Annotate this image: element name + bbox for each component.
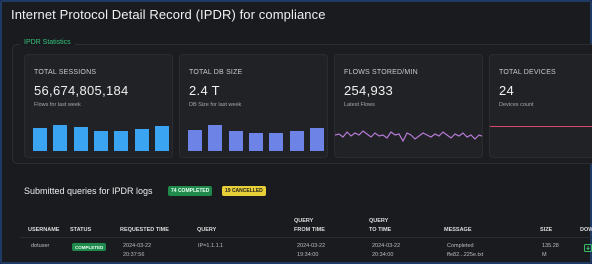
col-from-time-line1: QUERY xyxy=(294,218,314,224)
cell-message: Completed ffe82...225e.txt xyxy=(447,242,483,259)
cancelled-count-badge[interactable]: 19 CANCELLED xyxy=(222,186,266,196)
completed-count-badge[interactable]: 74 COMPLETED xyxy=(168,186,213,196)
col-from-time-line2: FROM TIME xyxy=(294,227,325,233)
bar xyxy=(134,128,149,151)
bar xyxy=(114,130,129,151)
card-subtitle: Latest Flows xyxy=(344,102,375,108)
bar xyxy=(248,133,263,151)
total-db-size-card: TOTAL DB SIZE 2.4 T DB Size for last wee… xyxy=(179,54,328,158)
card-value: 56,674,805,184 xyxy=(34,83,129,98)
to-clock: 20:34:00 xyxy=(372,251,394,258)
bar xyxy=(309,128,324,151)
bar xyxy=(228,130,243,151)
col-size[interactable]: SIZE xyxy=(540,226,552,234)
col-requested-time[interactable]: REQUESTED TIME xyxy=(120,226,169,234)
bar xyxy=(73,127,88,151)
col-to-time[interactable]: QUERY TO TIME xyxy=(369,217,391,234)
card-subtitle: Devices count xyxy=(499,102,534,108)
requested-clock: 20:37:56 xyxy=(123,251,145,258)
cell-to-time: 2024-03-22 20:34:00 xyxy=(372,242,400,259)
col-query[interactable]: QUERY xyxy=(197,226,216,234)
card-title: TOTAL SESSIONS xyxy=(34,69,97,76)
bar xyxy=(208,125,223,151)
panel-legend: IPDR Statistics xyxy=(20,39,75,46)
cell-size: 135.28 M xyxy=(542,242,559,259)
col-message[interactable]: MESSAGE xyxy=(444,226,472,234)
queries-section-title: Submitted queries for IPDR logs xyxy=(24,186,153,196)
flows-stored-card: FLOWS STORED/MIN 254,933 Latest Flows xyxy=(334,54,483,158)
bar xyxy=(154,126,169,151)
card-title: FLOWS STORED/MIN xyxy=(344,69,418,76)
to-date: 2024-03-22 xyxy=(372,243,401,249)
col-username[interactable]: USERNAME xyxy=(28,226,59,234)
devices-trend-line xyxy=(490,126,592,127)
card-title: TOTAL DB SIZE xyxy=(189,69,243,76)
size-unit: M xyxy=(542,251,547,258)
bar xyxy=(33,127,47,151)
col-status[interactable]: STATUS xyxy=(70,226,91,234)
bar xyxy=(289,131,304,151)
cell-from-time: 2024-03-22 19:34:00 xyxy=(297,242,325,259)
card-title: TOTAL DEVICES xyxy=(499,69,556,76)
requested-date: 2024-03-22 xyxy=(123,243,152,249)
total-sessions-card: TOTAL SESSIONS 56,674,805,184 Flows for … xyxy=(24,54,173,158)
bar xyxy=(188,130,202,151)
size-value: 135.28 xyxy=(542,243,559,249)
flows-sparkline xyxy=(335,130,482,143)
bar xyxy=(53,124,68,151)
col-to-time-line1: QUERY xyxy=(369,218,389,224)
message-status: Completed xyxy=(447,243,474,249)
col-to-time-line2: TO TIME xyxy=(369,227,392,233)
total-devices-card: TOTAL DEVICES 24 Devices count xyxy=(489,54,592,158)
status-badge: COMPLETED xyxy=(72,243,107,251)
card-value: 24 xyxy=(499,83,515,98)
from-clock: 19:34:00 xyxy=(297,251,319,258)
sessions-bar-chart xyxy=(33,121,169,151)
bar xyxy=(269,133,284,151)
from-date: 2024-03-22 xyxy=(297,243,326,249)
card-subtitle: DB Size for last week xyxy=(189,102,242,108)
bar xyxy=(93,131,108,151)
cell-query: IP=1.1.1.1 xyxy=(198,243,224,249)
col-download[interactable]: DOW xyxy=(580,226,592,234)
card-subtitle: Flows for last week xyxy=(34,102,81,108)
cell-requested-time: 2024-03-22 20:37:56 xyxy=(123,242,151,259)
message-filename[interactable]: ffe82...225e.txt xyxy=(447,251,483,260)
col-from-time[interactable]: QUERY FROM TIME xyxy=(294,217,325,234)
db-size-bar-chart xyxy=(188,121,324,151)
card-value: 254,933 xyxy=(344,83,394,98)
page-title: Internet Protocol Detail Record (IPDR) f… xyxy=(11,7,326,22)
card-value: 2.4 T xyxy=(189,83,220,98)
cell-username: dotuser xyxy=(31,243,50,249)
download-icon[interactable] xyxy=(584,244,592,252)
header-divider xyxy=(20,237,592,238)
